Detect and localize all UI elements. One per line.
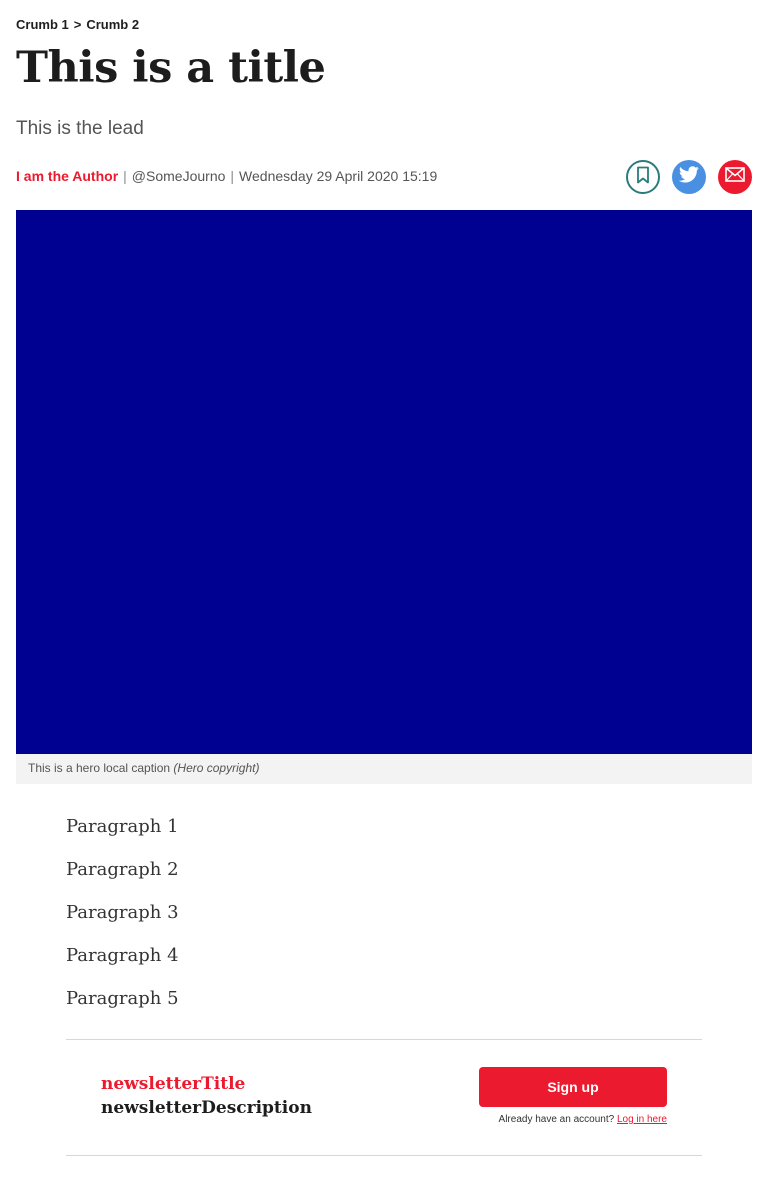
login-prompt: Already have an account? Log in here [479,1113,667,1127]
breadcrumb: Crumb 1 > Crumb 2 [16,16,139,33]
breadcrumb-item-1[interactable]: Crumb 1 [16,16,69,33]
bookmark-icon [636,166,650,189]
email-icon [725,167,745,187]
paragraph: Paragraph 4 [66,945,179,966]
hero-caption-text: This is a hero local caption [28,761,171,775]
email-share-button[interactable] [718,160,752,194]
login-prompt-text: Already have an account? [498,1114,615,1125]
byline-separator: | [123,168,127,184]
breadcrumb-item-2[interactable]: Crumb 2 [86,16,139,33]
share-buttons [626,160,752,194]
newsletter-signup: newsletterTitle newsletterDescription Si… [66,1039,702,1156]
byline: I am the Author | @SomeJourno | Wednesda… [16,165,437,187]
paragraph: Paragraph 5 [66,988,179,1009]
breadcrumb-separator: > [73,17,82,32]
author-link[interactable]: I am the Author [16,165,118,187]
publish-date: Wednesday 29 April 2020 15:19 [239,168,438,184]
author-twitter-handle: @SomeJourno [131,168,226,184]
hero-copyright: (Hero copyright) [173,761,260,775]
paragraph: Paragraph 1 [66,816,179,837]
twitter-icon [678,166,699,188]
paragraph: Paragraph 3 [66,902,179,923]
hero-caption: This is a hero local caption (Hero copyr… [16,754,752,784]
newsletter-title: newsletterTitle [101,1074,246,1094]
paragraph: Paragraph 2 [66,859,179,880]
twitter-share-button[interactable] [672,160,706,194]
login-link[interactable]: Log in here [617,1114,667,1125]
article-body: Paragraph 1 Paragraph 2 Paragraph 3 Para… [66,813,702,1028]
sign-up-button[interactable]: Sign up [479,1067,667,1107]
bookmark-button[interactable] [626,160,660,194]
newsletter-description: newsletterDescription [101,1098,312,1118]
hero-image [16,210,752,754]
byline-separator: | [230,168,235,184]
article-lead: This is the lead [16,118,144,139]
page-title: This is a title [16,43,326,93]
